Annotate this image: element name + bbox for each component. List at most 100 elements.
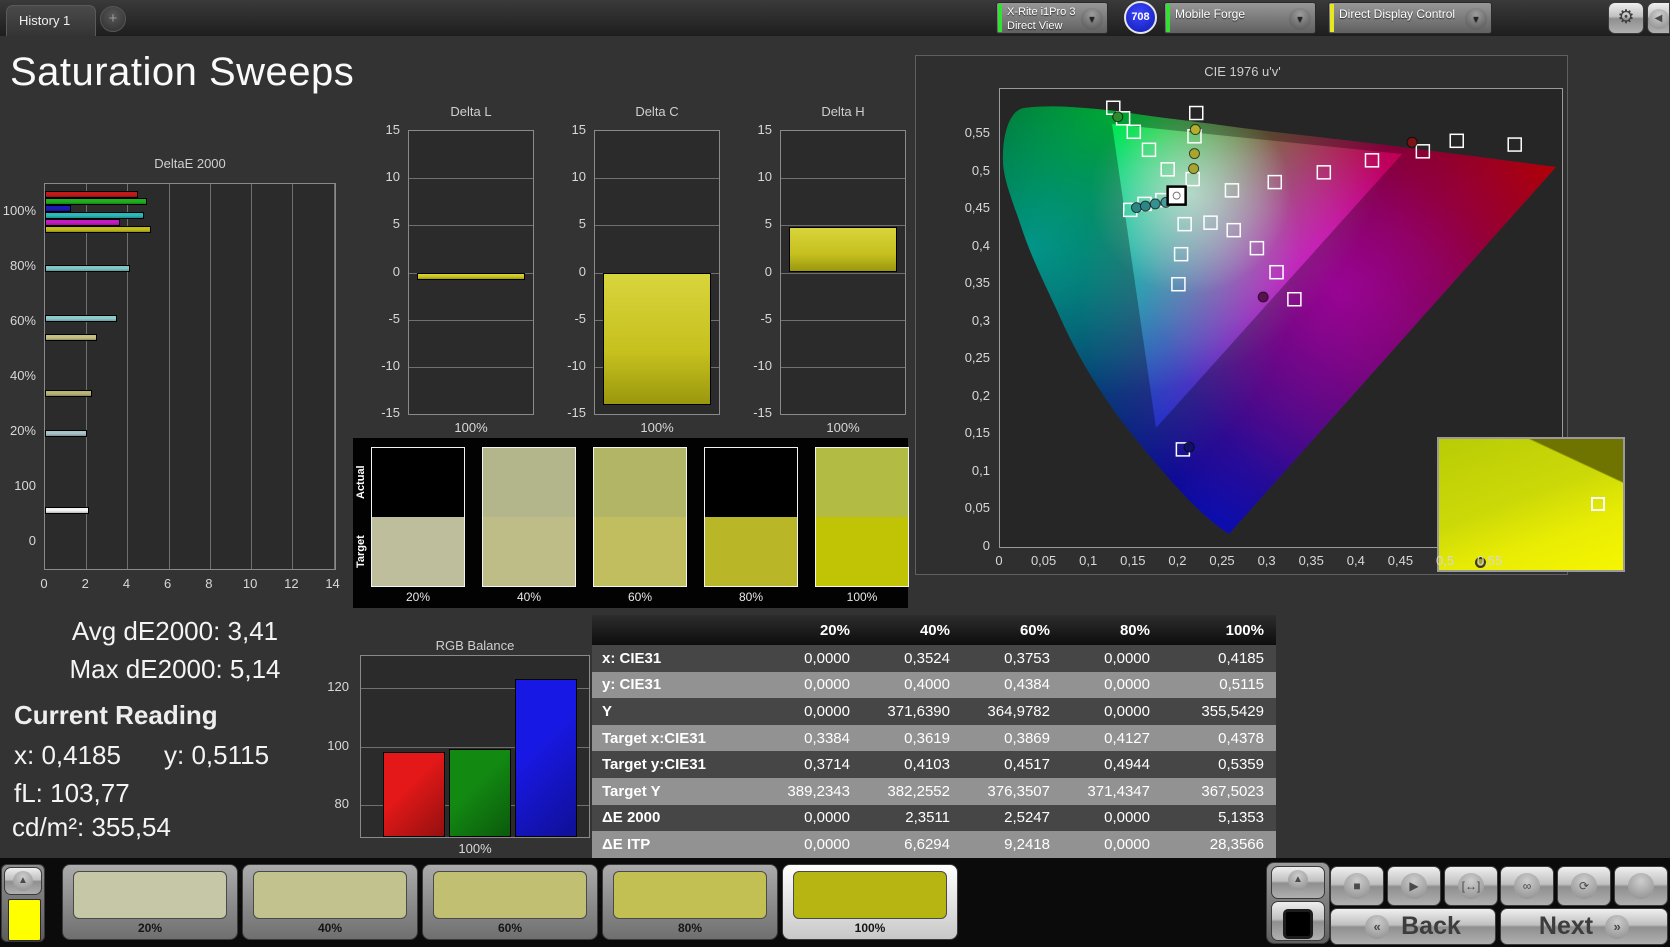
collapse-panel-button[interactable]: ◀ xyxy=(1647,2,1670,34)
actual-target-swatches: Actual Target 20%40%60%80%100% xyxy=(353,438,908,608)
current-patch-swatch xyxy=(8,899,41,941)
value-cell: 0,4384 xyxy=(962,676,1062,693)
sequence-expand-button[interactable]: ▲ xyxy=(1271,866,1325,899)
loop-button[interactable]: ⟳ xyxy=(1557,866,1611,906)
delta_l-y-axis: 151050-5-10-15 xyxy=(372,130,404,415)
swatch-label: 100% xyxy=(815,590,909,604)
x-tick-label: 2 xyxy=(73,576,97,591)
current-reading-xy: x: 0,4185 y: 0,5115 xyxy=(14,740,334,771)
value-cell: 6,6294 xyxy=(862,836,962,853)
patch-swatch xyxy=(433,871,587,919)
patch-button-40%[interactable]: 40% xyxy=(242,864,418,940)
patch-panel-expand-button[interactable]: ▲ xyxy=(4,867,42,895)
target-swatch xyxy=(705,517,797,586)
patch-button-20%[interactable]: 20% xyxy=(62,864,238,940)
patch-button-60%[interactable]: 60% xyxy=(422,864,598,940)
value-cell: 0,3869 xyxy=(962,730,1062,747)
gridline xyxy=(781,273,905,274)
deltae-bar xyxy=(45,265,130,272)
loop-icon: ⟳ xyxy=(1571,873,1597,899)
page-title: Saturation Sweeps xyxy=(10,50,354,95)
pattern-source-dropdown[interactable]: Mobile Forge ▼ xyxy=(1164,2,1316,34)
display-control-dropdown[interactable]: Direct Display Control ▼ xyxy=(1328,2,1492,34)
continuous-button[interactable]: ∞ xyxy=(1500,866,1554,906)
table-row: y: CIE310,00000,40000,43840,00000,5115 xyxy=(592,672,1276,699)
actual-swatch xyxy=(816,448,908,517)
gridline xyxy=(595,225,719,226)
red-bar xyxy=(383,752,445,837)
delta_l-title: Delta L xyxy=(408,104,534,119)
chevron-down-icon[interactable]: ▼ xyxy=(1081,8,1103,30)
y-tick-label: 100% xyxy=(0,203,36,218)
next-label: Next xyxy=(1539,912,1593,941)
target-square-marker xyxy=(1190,107,1203,120)
deltae-bar xyxy=(45,430,87,437)
measured-dot-marker xyxy=(1189,149,1199,159)
gridline xyxy=(781,178,905,179)
deltae-bar xyxy=(45,205,71,212)
add-tab-button[interactable]: + xyxy=(100,6,126,32)
x-tick-label: 6 xyxy=(156,576,180,591)
deltae-bar xyxy=(45,334,97,341)
patch-button-100%[interactable]: 100% xyxy=(782,864,958,940)
step-button[interactable]: [↔] xyxy=(1444,866,1498,906)
y-tick-label: 10 xyxy=(558,169,586,184)
meter-device-name: X-Rite i1Pro 3 xyxy=(1007,5,1075,19)
patch-swatch xyxy=(793,871,947,919)
value-cell: 0,4185 xyxy=(1162,650,1276,667)
patch-swatch xyxy=(613,871,767,919)
row-label: x: CIE31 xyxy=(592,650,762,667)
blank-button[interactable] xyxy=(1614,866,1668,906)
gear-icon[interactable]: ⚙ xyxy=(1608,2,1644,34)
x-tick-label: 0 xyxy=(981,553,1017,568)
x-tick-label: 0,1 xyxy=(1070,553,1106,568)
column-header: 20% xyxy=(762,622,862,639)
patch-button-80%[interactable]: 80% xyxy=(602,864,778,940)
value-cell: 0,0000 xyxy=(762,836,862,853)
measurement-table: 20%40%60%80%100%x: CIE310,00000,35240,37… xyxy=(592,615,1276,858)
target-swatch xyxy=(483,517,575,586)
row-label: ΔE 2000 xyxy=(592,809,762,826)
delta_h-x-label: 100% xyxy=(780,420,906,435)
inset-target-square xyxy=(1591,497,1605,511)
patch-label: 60% xyxy=(423,921,597,935)
swatch-column xyxy=(704,447,798,587)
chevron-down-icon[interactable]: ▼ xyxy=(1289,8,1311,30)
rgb-balance-chart xyxy=(360,655,590,838)
tab-history-1[interactable]: History 1 xyxy=(6,5,96,36)
value-cell: 0,3524 xyxy=(862,650,962,667)
target-swatch xyxy=(372,517,464,586)
patch-swatch xyxy=(253,871,407,919)
deltae2000-chart xyxy=(44,183,336,570)
blank-icon xyxy=(1628,873,1654,899)
play-button[interactable]: ▶ xyxy=(1387,866,1441,906)
y-tick-label: -15 xyxy=(558,405,586,420)
pattern-window-button[interactable] xyxy=(1271,901,1325,941)
cie-chromaticity-chart xyxy=(999,88,1563,548)
y-tick-label: 0,25 xyxy=(956,350,990,365)
meter-mode: Direct View xyxy=(1007,19,1075,33)
value-cell: 0,0000 xyxy=(1062,836,1162,853)
cie-x-axis: 00,050,10,150,20,250,30,350,40,450,50,55 xyxy=(999,551,1561,567)
y-tick-label: -10 xyxy=(558,358,586,373)
target-square-marker xyxy=(1508,138,1521,151)
chevron-down-icon[interactable]: ▼ xyxy=(1465,8,1487,30)
continuous-icon: ∞ xyxy=(1514,873,1540,899)
measured-dot-marker xyxy=(1190,125,1200,135)
meter-dropdown[interactable]: X-Rite i1Pro 3 Direct View ▼ xyxy=(996,2,1108,34)
row-label: Y xyxy=(592,703,762,720)
measured-dot-marker xyxy=(1113,112,1123,122)
gridline xyxy=(409,367,533,368)
value-cell: 0,4103 xyxy=(862,756,962,773)
current-fl: fL: 103,77 xyxy=(14,778,130,809)
deltae-bar xyxy=(45,507,89,514)
back-button[interactable]: « Back xyxy=(1330,908,1496,945)
swatch-label: 40% xyxy=(482,590,576,604)
y-tick-label: 80% xyxy=(0,258,36,273)
sequence-panel: ▲ xyxy=(1266,862,1330,944)
gridline xyxy=(781,367,905,368)
value-cell: 0,0000 xyxy=(1062,650,1162,667)
stop-button[interactable]: ■ xyxy=(1330,866,1384,906)
next-button[interactable]: Next » xyxy=(1500,908,1668,945)
value-cell: 0,5359 xyxy=(1162,756,1276,773)
